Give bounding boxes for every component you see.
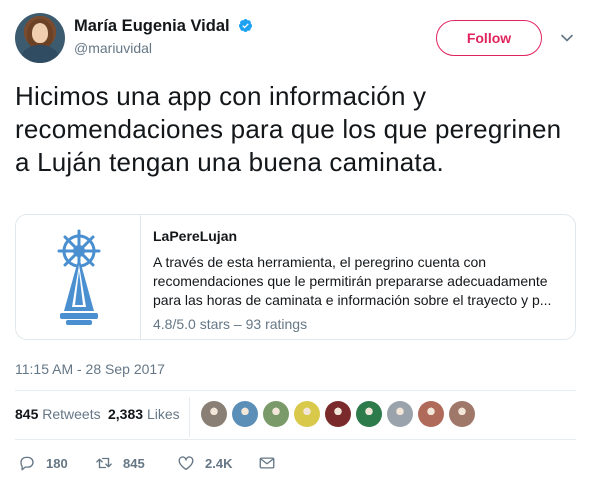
reply-icon (20, 456, 34, 471)
reply-action[interactable]: 180 (18, 453, 68, 473)
card-body: LaPereLujan A través de esta herramienta… (153, 228, 567, 332)
like-action[interactable]: 2.4K (177, 453, 232, 473)
liker-avatar[interactable] (325, 401, 351, 427)
lujan-basilica-logo-icon (57, 229, 101, 325)
chevron-down-icon[interactable] (560, 31, 574, 45)
retweet-icon (96, 457, 112, 469)
reply-count: 180 (46, 455, 68, 471)
retweet-action[interactable]: 845 (95, 453, 145, 473)
verified-badge-icon (238, 18, 253, 33)
envelope-icon (259, 457, 275, 469)
retweet-count: 845 (123, 455, 145, 471)
card-description: A través de esta herramienta, el peregri… (153, 254, 552, 308)
name-block: María Eugenia Vidal @mariuvidal (74, 17, 253, 56)
liker-avatar[interactable] (356, 401, 382, 427)
liker-avatar[interactable] (387, 401, 413, 427)
follow-button[interactable]: Follow (436, 20, 542, 56)
tweet: María Eugenia Vidal @mariuvidal Follow H… (0, 0, 594, 503)
liker-avatar[interactable] (294, 401, 320, 427)
like-count: 2.4K (205, 455, 233, 471)
tweet-actions: 180 845 2.4K (15, 449, 576, 477)
retweets-stat[interactable]: 845 Retweets (15, 406, 101, 422)
display-name[interactable]: María Eugenia Vidal (74, 17, 230, 36)
liker-avatar[interactable] (201, 401, 227, 427)
avatar-face (32, 23, 48, 43)
card-image (16, 215, 141, 339)
likes-stat[interactable]: 2,383 Likes (108, 406, 180, 422)
user-handle[interactable]: @mariuvidal (74, 40, 253, 56)
liker-avatar[interactable] (449, 401, 475, 427)
liker-avatar[interactable] (418, 401, 444, 427)
link-card[interactable]: LaPereLujan A través de esta herramienta… (15, 214, 576, 340)
message-action[interactable] (258, 453, 276, 473)
card-title[interactable]: LaPereLujan (153, 228, 567, 244)
divider (15, 439, 576, 440)
tweet-text: Hicimos una app con información y recome… (15, 81, 562, 177)
retweets-count: 845 (15, 406, 39, 422)
stats-separator (189, 397, 190, 437)
tweet-timestamp[interactable]: 11:15 AM - 28 Sep 2017 (15, 361, 165, 377)
avatar-body (21, 45, 59, 63)
likes-count: 2,383 (108, 406, 144, 422)
likes-label: Likes (146, 406, 180, 422)
heart-icon (178, 456, 194, 471)
card-rating: 4.8/5.0 stars – 93 ratings (153, 316, 308, 332)
liker-avatar[interactable] (232, 401, 258, 427)
tweet-stats: 845 Retweets 2,383 Likes (15, 391, 576, 439)
avatar[interactable] (15, 13, 65, 63)
retweets-label: Retweets (42, 406, 101, 422)
tweet-header: María Eugenia Vidal @mariuvidal Follow (15, 13, 580, 65)
liker-avatar[interactable] (263, 401, 289, 427)
